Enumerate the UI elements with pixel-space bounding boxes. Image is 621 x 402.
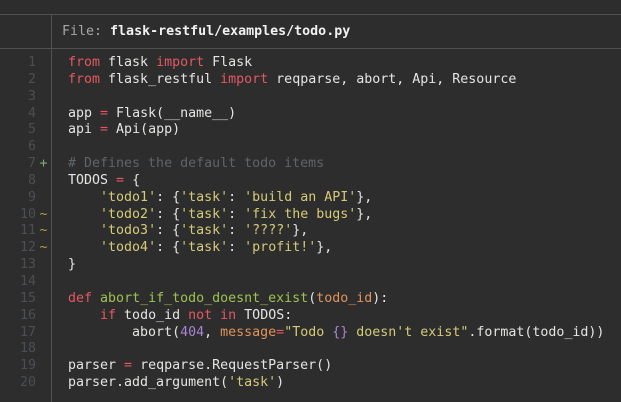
code-text: TODOS = {	[51, 173, 140, 190]
code-text: 'todo2': {'task': 'fix the bugs'},	[51, 207, 372, 224]
code-line: 15 def abort_if_todo_doesnt_exist(todo_id…	[0, 291, 621, 308]
code-line: 6	[0, 139, 621, 156]
code-text: parser = reqparse.RequestParser()	[51, 358, 332, 375]
code-line: 3	[0, 89, 621, 106]
line-number: 18	[0, 341, 36, 358]
code-text: 'todo4': {'task': 'profit!'},	[51, 240, 332, 257]
line-number: 1	[0, 55, 36, 72]
code-area: 1 from flask import Flask 2 from flask_rest…	[0, 49, 621, 402]
line-number: 7	[0, 156, 36, 173]
code-line: 19 parser = reqparse.RequestParser()	[0, 358, 621, 375]
code-text: 'todo3': {'task': '????'},	[51, 223, 308, 240]
code-line: 14	[0, 274, 621, 291]
code-line: 5 api = Api(app)	[0, 122, 621, 139]
code-text: if todo_id not in TODOS:	[51, 308, 292, 325]
file-path: flask-restful/examples/todo.py	[110, 24, 350, 39]
code-line: 20 parser.add_argument('task')	[0, 375, 621, 392]
code-line: 17 abort(404, message="Todo {} doesn't e…	[0, 325, 621, 342]
code-line: 18	[0, 341, 621, 358]
code-line: 2 from flask_restful import reqparse, abo…	[0, 72, 621, 89]
code-text: def abort_if_todo_doesnt_exist(todo_id):	[51, 291, 388, 308]
line-number: 6	[0, 139, 36, 156]
code-line: 4 app = Flask(__name__)	[0, 106, 621, 123]
line-number: 19	[0, 358, 36, 375]
line-number: 2	[0, 72, 36, 89]
code-line: 13}	[0, 257, 621, 274]
diff-modified-marker: ~	[36, 207, 51, 224]
code-text: 'todo1': {'task': 'build an API'},	[51, 190, 372, 207]
code-text: from flask_restful import reqparse, abor…	[51, 72, 516, 89]
file-header: File: flask-restful/examples/todo.py	[0, 15, 621, 48]
code-text: app = Flask(__name__)	[51, 106, 236, 123]
diff-modified-marker: ~	[36, 240, 51, 257]
file-label: File:	[62, 24, 110, 39]
line-number: 3	[0, 89, 36, 106]
line-number: 10	[0, 207, 36, 224]
code-line: 16 if todo_id not in TODOS:	[0, 308, 621, 325]
line-number: 5	[0, 122, 36, 139]
code-line: 8 TODOS = {	[0, 173, 621, 190]
code-text: }	[51, 257, 76, 274]
line-number: 4	[0, 106, 36, 123]
line-number: 8	[0, 173, 36, 190]
code-line: 12~ 'todo4': {'task': 'profit!'},	[0, 240, 621, 257]
code-text: from flask import Flask	[51, 55, 252, 72]
code-text: abort(404, message="Todo {} doesn't exis…	[51, 325, 604, 342]
code-text: # Defines the default todo items	[51, 156, 324, 173]
code-line: 1 from flask import Flask	[0, 55, 621, 72]
line-number: 17	[0, 325, 36, 342]
code-text: parser.add_argument('task')	[51, 375, 284, 392]
line-number: 20	[0, 375, 36, 392]
line-number: 13	[0, 257, 36, 274]
line-number: 11	[0, 223, 36, 240]
code-line: 7+# Defines the default todo items	[0, 156, 621, 173]
code-line: 9 'todo1': {'task': 'build an API'},	[0, 190, 621, 207]
code-line: 10~ 'todo2': {'task': 'fix the bugs'},	[0, 207, 621, 224]
diff-added-marker: +	[36, 156, 51, 173]
code-text: api = Api(app)	[51, 122, 180, 139]
line-number: 16	[0, 308, 36, 325]
line-number: 14	[0, 274, 36, 291]
line-number: 12	[0, 240, 36, 257]
line-number: 15	[0, 291, 36, 308]
line-number: 9	[0, 190, 36, 207]
diff-modified-marker: ~	[36, 223, 51, 240]
code-viewer: File: flask-restful/examples/todo.py 1 fr…	[0, 0, 621, 402]
code-line: 11~ 'todo3': {'task': '????'},	[0, 223, 621, 240]
